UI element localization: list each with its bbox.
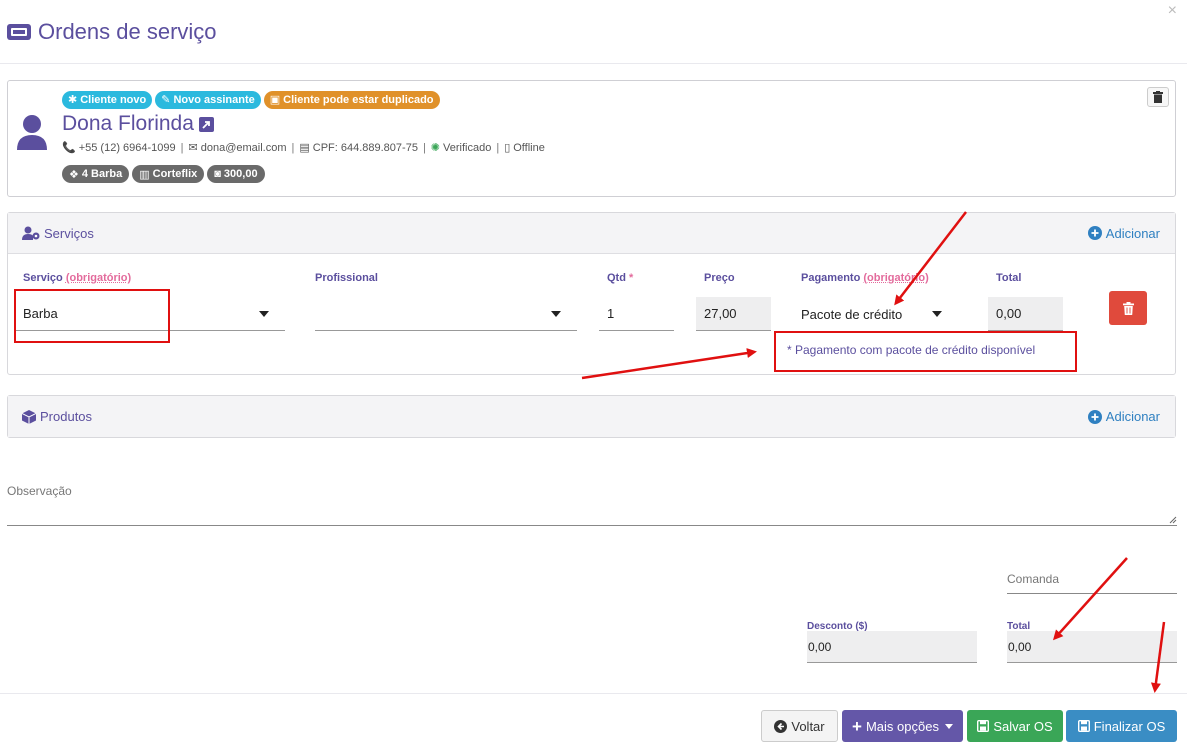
badge-new-subscriber: ✎ Novo assinante [155,91,261,109]
badge-new-client: ✱ Cliente novo [62,91,153,109]
pencil-icon: ✎ [161,94,171,106]
client-verified: Verificado [443,141,492,154]
client-contact-line: 📞 +55 (12) 6964-1099 | ✉ dona@email.com … [62,141,545,155]
square-icon: ▣ [269,94,281,106]
qty-label: Qtd * [607,272,634,284]
observation-textarea[interactable] [7,503,1177,526]
chevron-down-icon [259,311,269,317]
grand-total-input: 0,00 [1007,631,1177,663]
user-gear-icon [22,226,40,240]
service-label: Serviço (obrigatório) [23,272,132,284]
id-badge-icon: ▥ [139,168,150,181]
delete-service-button[interactable] [1109,291,1147,325]
total-input: 0,00 [988,297,1063,331]
payment-select[interactable]: Pacote de crédito [793,297,958,331]
user-avatar-icon [17,115,47,150]
separator: | [422,141,426,154]
external-link-icon[interactable] [198,116,214,132]
client-card: ✱ Cliente novo ✎ Novo assinante ▣ Client… [7,80,1176,197]
professional-select[interactable] [315,297,577,331]
cube-icon [22,409,36,424]
save-os-button[interactable]: Salvar OS [967,710,1063,742]
back-button[interactable]: Voltar [761,710,838,742]
trash-icon [1153,91,1163,103]
chevron-down-icon [551,311,561,317]
client-cpf: CPF: 644.889.807-75 [312,141,418,154]
products-panel-heading: Produtos Adicionar [8,396,1175,437]
add-service-button[interactable]: Adicionar [1087,226,1160,241]
separator: | [496,141,500,154]
plus-circle-icon [1087,226,1102,240]
separator: | [180,141,184,154]
price-input: 27,00 [696,297,771,331]
services-title: Serviços [22,226,94,241]
finish-os-button[interactable]: Finalizar OS [1066,710,1177,742]
ticket-icon [7,24,31,40]
pill-balance: ◙ 300,00 [207,165,265,183]
products-title: Produtos [22,409,92,424]
services-panel-heading: Serviços Adicionar [8,213,1175,254]
products-panel: Produtos Adicionar [7,395,1176,438]
add-product-button[interactable]: Adicionar [1087,409,1160,424]
total-label: Total [996,272,1022,284]
professional-label: Profissional [315,272,378,284]
payment-label: Pagamento (obrigatório) [801,272,929,284]
plus-icon: + [852,716,862,736]
client-phone: +55 (12) 6964-1099 [78,141,176,154]
trash-icon [1122,301,1134,315]
price-label: Preço [704,272,735,284]
observation-label: Observação [7,484,72,498]
plus-circle-icon [1087,409,1102,424]
client-name[interactable]: Dona Florinda [62,112,214,136]
client-status: Offline [513,141,545,154]
annotation-arrow-total [1052,557,1128,641]
close-icon[interactable]: × [1168,2,1177,20]
client-badges: ✱ Cliente novo ✎ Novo assinante ▣ Client… [62,91,440,109]
qty-input[interactable]: 1 [599,297,674,331]
modal-title: Ordens de serviço [6,19,217,45]
remove-client-button[interactable] [1147,87,1169,107]
modal-title-text: Ordens de serviço [38,19,217,44]
comanda-label: Comanda [1007,572,1060,586]
discount-input[interactable]: 0,00 [807,631,977,663]
pill-package: ❖ 4 Barba [62,165,130,183]
badge-duplicate-client: ▣ Cliente pode estar duplicado [263,91,440,109]
modal-footer: Voltar + Mais opções Salvar OS Finalizar… [0,693,1187,755]
arrow-circle-left-icon [774,719,788,733]
phone-icon: 📞 [62,142,76,154]
annotation-box-service [14,289,170,343]
pill-subscription: ▥ Corteflix [132,165,205,183]
annotation-box-payment-hint [774,331,1077,372]
caret-down-icon [944,723,953,729]
client-pills: ❖ 4 Barba ▥ Corteflix ◙ 300,00 [62,165,265,183]
modal-header: Ordens de serviço [0,0,1187,64]
id-card-icon: ▤ [299,142,310,154]
save-icon [977,720,990,732]
envelope-icon: ✉ [188,142,198,154]
mobile-phone-icon: ▯ [504,142,511,154]
save-icon [1077,720,1090,732]
resize-handle-icon[interactable] [1169,516,1177,524]
separator: | [291,141,295,154]
dropbox-icon: ❖ [69,168,79,181]
client-email: dona@email.com [200,141,287,154]
chevron-down-icon [932,311,942,317]
comanda-input[interactable] [1007,593,1177,594]
asterisk-icon: ✱ [68,94,78,106]
more-options-button[interactable]: + Mais opções [842,710,963,742]
money-icon: ◙ [214,168,221,180]
verified-badge-icon: ✺ [430,142,441,154]
